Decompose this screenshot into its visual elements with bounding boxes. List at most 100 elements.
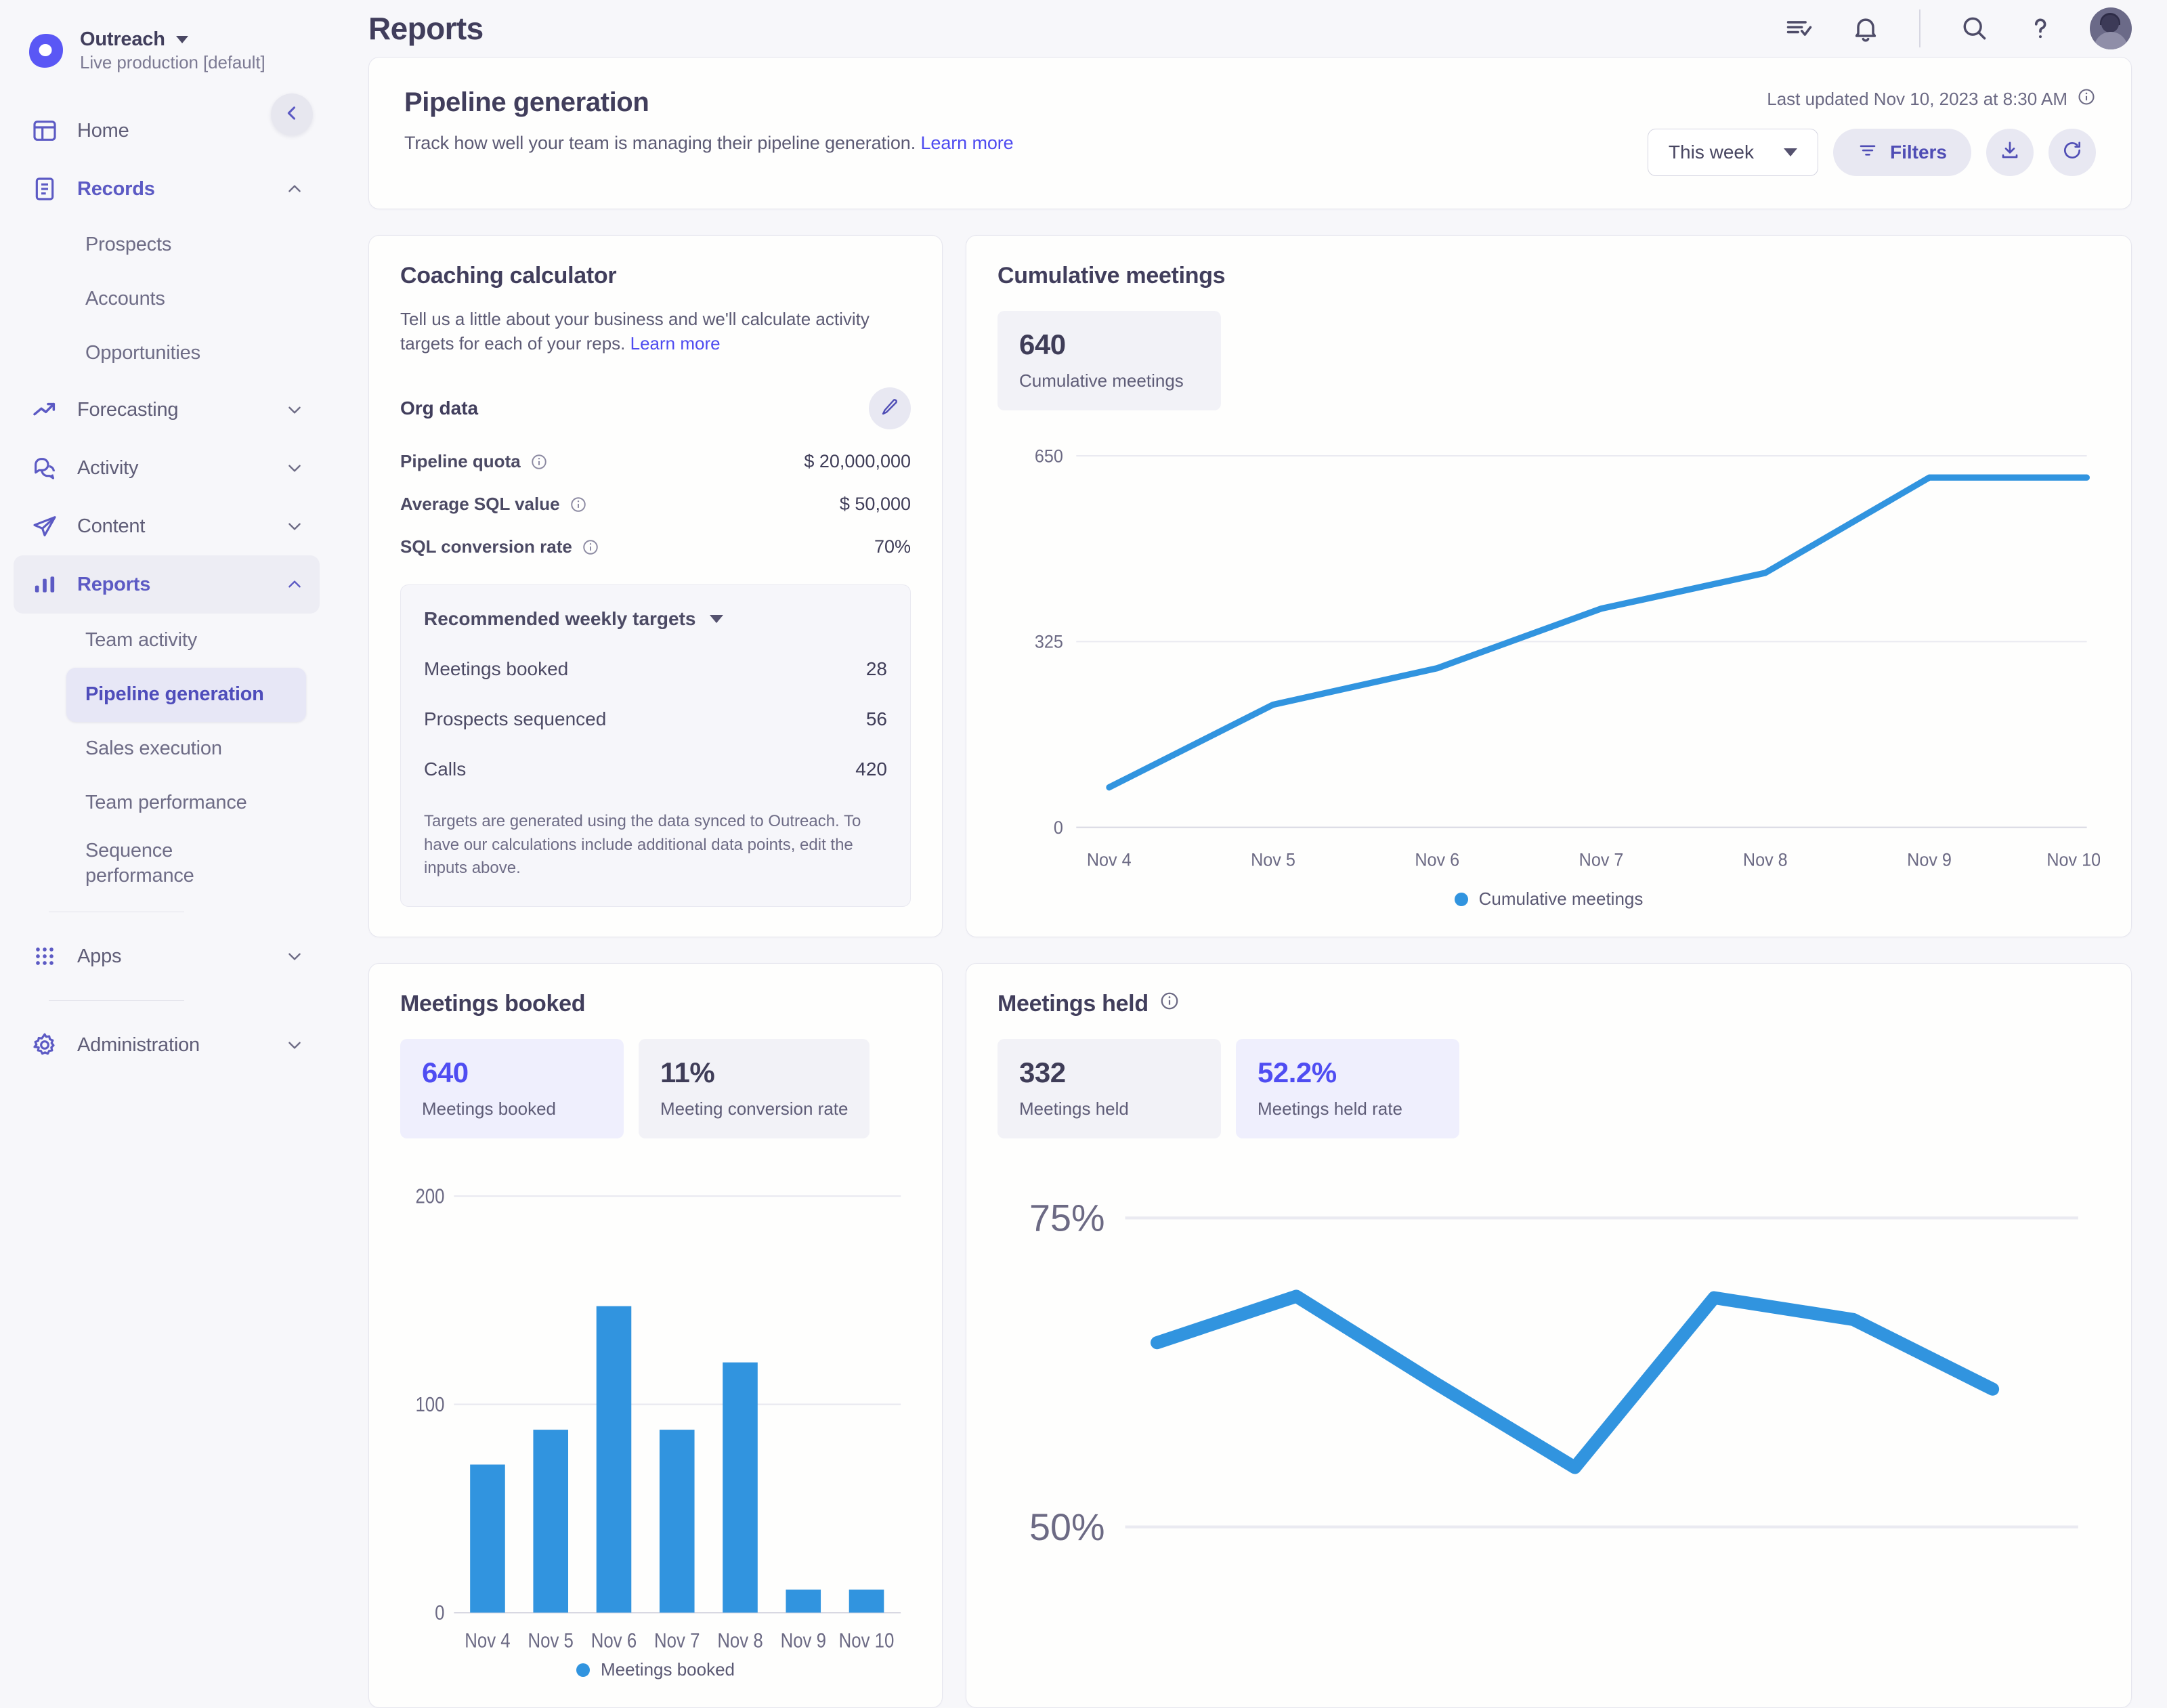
legend-label: Meetings booked: [601, 1659, 735, 1680]
topbar-divider: [1919, 9, 1921, 47]
coaching-learn-more-link[interactable]: Learn more: [630, 333, 721, 354]
kpi-cumulative-meetings: 640 Cumulative meetings: [997, 311, 1221, 410]
report-header-controls: Last updated Nov 10, 2023 at 8:30 AM Thi…: [1648, 87, 2096, 176]
meetings-held-plot: 75% 50% 0 Nov 4 Nov 5 Nov 6 Nov 7 Nov 8 …: [997, 1163, 2100, 1708]
chevron-up-icon[interactable]: [286, 576, 303, 593]
chevron-down-icon[interactable]: [286, 517, 303, 535]
sidebar-subitem-label: Sales execution: [85, 736, 222, 761]
info-icon[interactable]: [570, 496, 587, 513]
sidebar-item-home[interactable]: Home: [14, 102, 320, 160]
chevron-down-icon[interactable]: [286, 947, 303, 965]
user-avatar[interactable]: [2090, 7, 2132, 49]
sidebar-item-activity[interactable]: Activity: [14, 439, 320, 497]
topbar-actions: [1782, 7, 2132, 49]
sidebar-item-apps[interactable]: Apps: [14, 927, 320, 985]
dashboard-content: Pipeline generation Track how well your …: [333, 57, 2167, 1708]
sidebar-subitem-label: Opportunities: [85, 341, 200, 366]
sidebar-item-prospects[interactable]: Prospects: [66, 218, 306, 272]
sidebar-item-reports[interactable]: Reports: [14, 555, 320, 614]
kpi-value: 640: [422, 1056, 602, 1089]
sidebar-subitem-label: Accounts: [85, 286, 165, 312]
info-icon[interactable]: [1159, 991, 1180, 1017]
last-updated: Last updated Nov 10, 2023 at 8:30 AM: [1767, 87, 2096, 111]
gear-icon: [30, 1030, 60, 1060]
kpi-meetings-held-rate: 52.2% Meetings held rate: [1236, 1039, 1459, 1138]
org-row-sql-conversion-rate: SQL conversion rate 70%: [400, 536, 911, 557]
bell-icon[interactable]: [1849, 12, 1883, 45]
bar-nov-6: [597, 1306, 632, 1613]
ytick-50: 50%: [1029, 1506, 1104, 1548]
tasks-icon[interactable]: [1782, 12, 1816, 45]
coaching-calculator-title: Coaching calculator: [400, 263, 911, 289]
workspace-environment: Live production [default]: [80, 52, 265, 73]
sidebar-item-label: Administration: [77, 1034, 268, 1056]
sidebar-item-team-activity[interactable]: Team activity: [66, 614, 306, 668]
chevron-down-icon[interactable]: [286, 459, 303, 477]
recommended-targets-header[interactable]: Recommended weekly targets: [424, 608, 887, 630]
caret-down-icon: [176, 36, 188, 43]
org-data-label: Org data: [400, 398, 869, 419]
chevron-down-icon[interactable]: [286, 1036, 303, 1054]
meetings-booked-legend: Meetings booked: [400, 1659, 911, 1680]
filters-button[interactable]: Filters: [1833, 129, 1971, 176]
org-row-pipeline-quota: Pipeline quota $ 20,000,000: [400, 451, 911, 472]
cumulative-meetings-card: Cumulative meetings 640 Cumulative meeti…: [966, 235, 2132, 937]
kpi-meeting-conversion-rate: 11% Meeting conversion rate: [639, 1039, 870, 1138]
ytick-325: 325: [1035, 631, 1063, 652]
sidebar-subitem-label: Pipeline generation: [85, 682, 264, 707]
org-row-label: Pipeline quota: [400, 451, 521, 472]
sidebar-item-forecasting[interactable]: Forecasting: [14, 381, 320, 439]
date-range-select[interactable]: This week: [1648, 129, 1818, 176]
report-description-text: Track how well your team is managing the…: [404, 133, 916, 153]
kpi-value: 640: [1019, 328, 1199, 361]
chat-bubbles-icon: [30, 453, 60, 483]
target-label: Calls: [424, 759, 855, 780]
sidebar-item-sales-execution[interactable]: Sales execution: [66, 722, 306, 776]
meetings-booked-plot: 200 100 0 Nov 4 Nov 5: [400, 1163, 911, 1654]
sidebar-item-opportunities[interactable]: Opportunities: [66, 326, 306, 381]
meetings-held-card: Meetings held 332 Meetings held 52.2% Me…: [966, 963, 2132, 1708]
org-row-label: SQL conversion rate: [400, 536, 572, 557]
report-learn-more-link[interactable]: Learn more: [921, 133, 1014, 153]
ytick-100: 100: [415, 1392, 444, 1416]
info-icon[interactable]: [530, 453, 548, 471]
chevron-down-icon[interactable]: [286, 401, 303, 419]
cumulative-meetings-svg: 650 325 0 Nov 4 Nov 5 Nov 6 Nov 7 Nov 8 …: [997, 435, 2100, 883]
records-icon: [30, 174, 60, 204]
sidebar-item-administration[interactable]: Administration: [14, 1016, 320, 1074]
sidebar-item-sequence-performance[interactable]: Sequence performance: [66, 830, 306, 897]
target-value: 28: [866, 658, 887, 680]
search-icon[interactable]: [1957, 12, 1991, 45]
report-description: Track how well your team is managing the…: [404, 133, 1648, 154]
refresh-button[interactable]: [2048, 129, 2096, 176]
meetings-booked-kpis: 640 Meetings booked 11% Meeting conversi…: [400, 1039, 911, 1138]
edit-org-data-button[interactable]: [869, 387, 911, 429]
sidebar-subitem-label: Prospects: [85, 232, 171, 257]
org-row-value: $ 20,000,000: [804, 451, 911, 472]
coaching-calculator-description: Tell us a little about your business and…: [400, 307, 911, 357]
info-icon[interactable]: [2077, 87, 2096, 111]
recommended-targets-note: Targets are generated using the data syn…: [424, 810, 887, 880]
sidebar-item-team-performance[interactable]: Team performance: [66, 776, 306, 830]
kpi-label: Cumulative meetings: [1019, 370, 1199, 391]
help-icon[interactable]: [2023, 12, 2057, 45]
kpi-value: 11%: [660, 1056, 848, 1089]
sidebar-item-pipeline-generation[interactable]: Pipeline generation: [66, 668, 306, 722]
sidebar-divider: [49, 1000, 184, 1001]
sidebar-item-content[interactable]: Content: [14, 497, 320, 555]
org-row-value: 70%: [874, 536, 911, 557]
sidebar-item-accounts[interactable]: Accounts: [66, 272, 306, 326]
workspace-name: Outreach: [80, 28, 165, 51]
download-button[interactable]: [1986, 129, 2034, 176]
kpi-meetings-held: 332 Meetings held: [997, 1039, 1221, 1138]
recommended-targets-title: Recommended weekly targets: [424, 608, 696, 630]
info-icon[interactable]: [582, 538, 599, 556]
legend-dot-icon: [1455, 893, 1468, 906]
target-row-calls: Calls 420: [424, 759, 887, 780]
chevron-up-icon[interactable]: [286, 180, 303, 198]
xtick-label: Nov 10: [2046, 849, 2100, 870]
target-row-prospects-sequenced: Prospects sequenced 56: [424, 708, 887, 730]
sidebar-item-records[interactable]: Records: [14, 160, 320, 218]
trending-up-icon: [30, 395, 60, 425]
workspace-switcher[interactable]: Outreach Live production [default]: [0, 16, 333, 85]
